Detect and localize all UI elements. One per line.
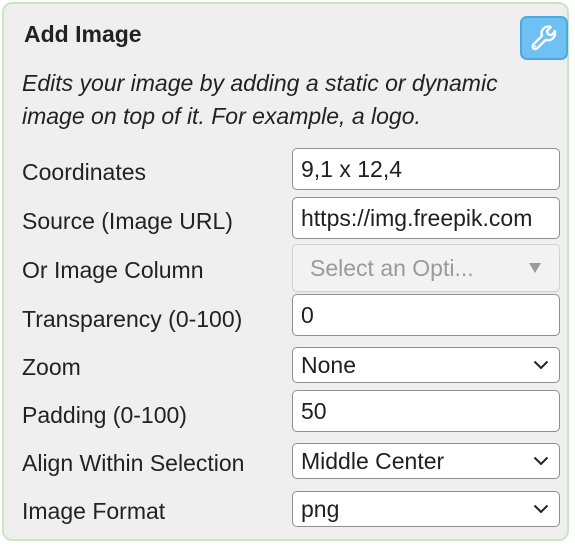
image-column-select: Select an Opti... <box>292 244 560 292</box>
chevron-down-icon <box>533 360 549 370</box>
panel-description: Edits your image by adding a static or d… <box>22 70 498 129</box>
format-select[interactable]: png <box>292 491 560 527</box>
wrench-icon <box>531 25 557 51</box>
panel-title: Add Image <box>24 21 142 47</box>
transparency-input[interactable]: 0 <box>292 294 560 336</box>
chevron-down-icon <box>533 456 549 466</box>
settings-button[interactable] <box>520 16 568 60</box>
zoom-label: Zoom <box>22 354 81 380</box>
zoom-value: None <box>301 352 356 378</box>
padding-input[interactable]: 50 <box>292 390 560 432</box>
image-column-label: Or Image Column <box>22 257 204 283</box>
align-value: Middle Center <box>301 448 445 474</box>
chevron-down-icon <box>533 504 549 514</box>
transparency-label: Transparency (0-100) <box>22 306 243 332</box>
format-value: png <box>301 496 340 522</box>
coordinates-label: Coordinates <box>22 159 147 185</box>
coordinates-input[interactable]: 9,1 x 12,4 <box>292 148 560 190</box>
add-image-panel: Add Image Edits your image by adding a s… <box>2 2 569 541</box>
padding-label: Padding (0-100) <box>22 402 187 428</box>
format-label: Image Format <box>22 498 166 524</box>
triangle-down-icon <box>529 263 541 273</box>
zoom-select[interactable]: None <box>292 347 560 383</box>
source-label: Source (Image URL) <box>22 208 233 234</box>
source-url-input[interactable]: https://img.freepik.com <box>292 197 560 239</box>
image-column-placeholder: Select an Opti... <box>310 255 474 281</box>
align-label: Align Within Selection <box>22 450 245 476</box>
align-select[interactable]: Middle Center <box>292 443 560 479</box>
